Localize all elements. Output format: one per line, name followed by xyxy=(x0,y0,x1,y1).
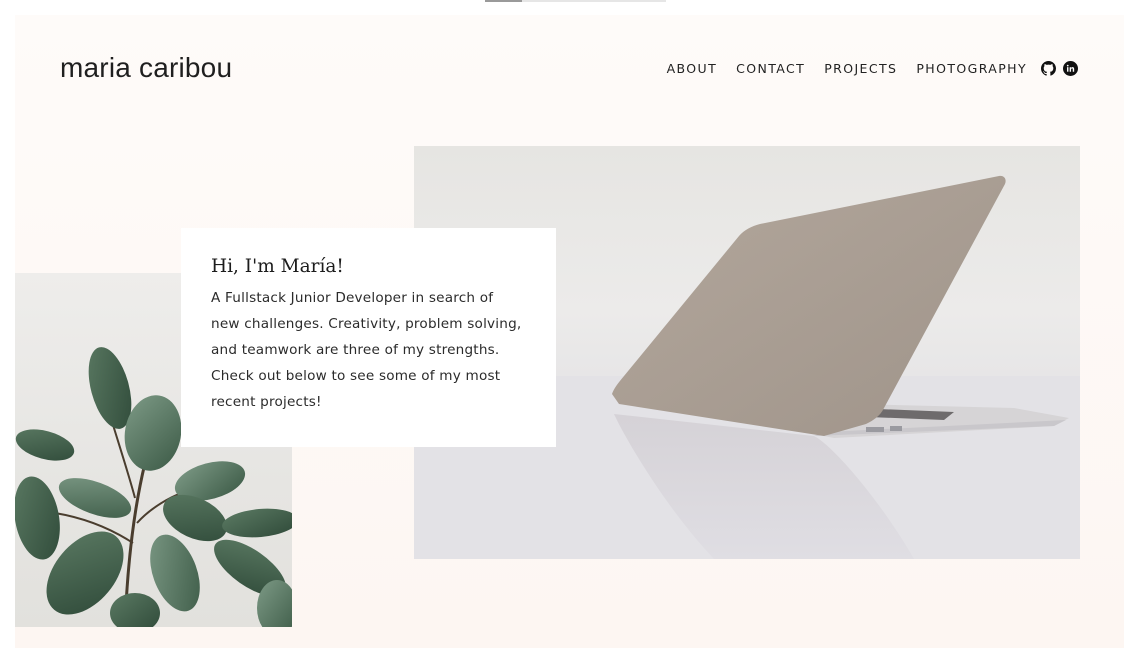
page: maria caribou ABOUT CONTACT PROJECTS PHO… xyxy=(15,15,1124,648)
nav-link-about[interactable]: ABOUT xyxy=(667,61,718,76)
nav-link-contact[interactable]: CONTACT xyxy=(736,61,805,76)
main-nav: ABOUT CONTACT PROJECTS PHOTOGRAPHY xyxy=(667,61,1078,76)
github-icon[interactable] xyxy=(1041,61,1056,76)
social-links xyxy=(1041,61,1078,76)
scroll-indicator-thumb[interactable] xyxy=(485,0,522,2)
nav-link-projects[interactable]: PROJECTS xyxy=(824,61,897,76)
linkedin-icon[interactable] xyxy=(1063,61,1078,76)
intro-card: Hi, I'm María! A Fullstack Junior Develo… xyxy=(181,228,556,447)
scroll-indicator[interactable] xyxy=(485,0,666,2)
intro-text: A Fullstack Junior Developer in search o… xyxy=(211,290,522,410)
site-logo[interactable]: maria caribou xyxy=(60,52,232,84)
intro-heading: Hi, I'm María! xyxy=(211,256,344,277)
nav-link-photography[interactable]: PHOTOGRAPHY xyxy=(916,61,1027,76)
